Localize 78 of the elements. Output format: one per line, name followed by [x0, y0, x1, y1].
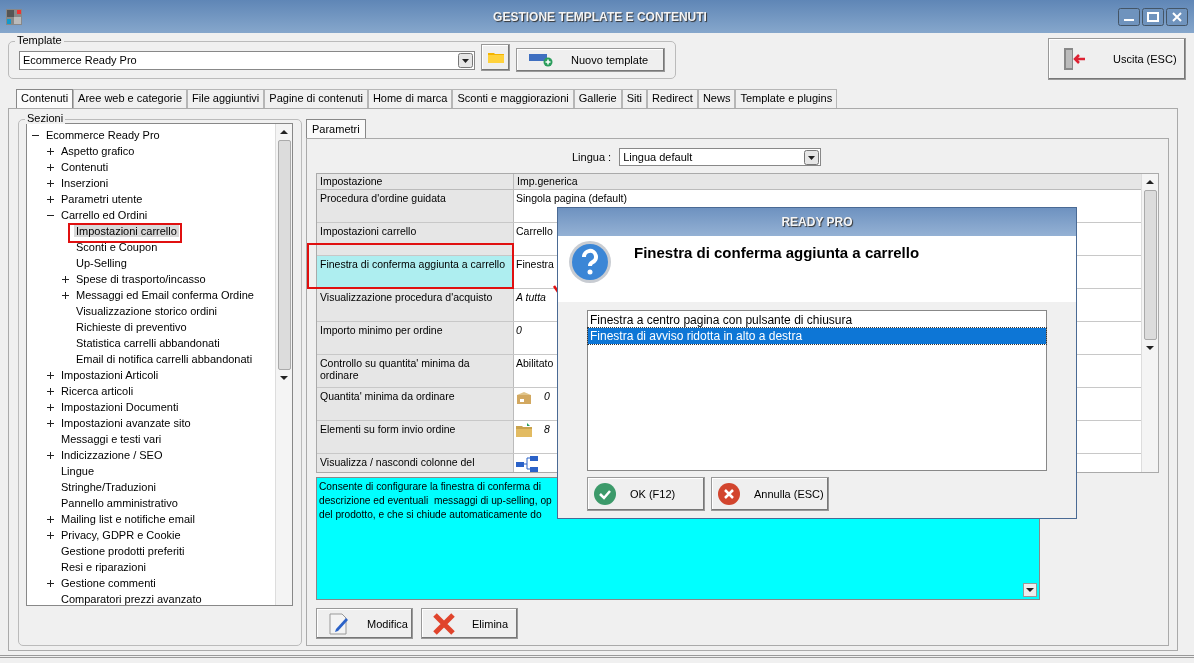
tree-item[interactable]: Impostazioni carrello — [74, 225, 179, 237]
tree-item[interactable]: Statistica carrelli abbandonati — [74, 337, 222, 349]
tree-item[interactable]: Lingue — [59, 465, 97, 477]
group-label: Sezioni — [25, 112, 66, 124]
tab[interactable]: Sconti e maggiorazioni — [452, 89, 574, 108]
tab[interactable]: News — [697, 89, 736, 108]
tree-item[interactable]: Ecommerce Ready Pro — [44, 129, 162, 141]
tree-item[interactable]: Email di notifica carrelli abbandonati — [74, 353, 255, 365]
tree-item[interactable]: Contenuti — [59, 161, 111, 173]
tab[interactable]: Contenuti — [16, 89, 74, 108]
table-cell: Carrello — [516, 225, 553, 237]
tree-item[interactable]: Resi e riparazioni — [59, 561, 148, 573]
group-label: Template — [15, 34, 64, 46]
tree-item[interactable]: Visualizzazione storico ordini — [74, 305, 220, 317]
tab[interactable]: Siti — [621, 89, 647, 108]
ok-button[interactable]: OK (F12) — [587, 477, 705, 511]
tab[interactable]: File aggiuntivi — [187, 89, 265, 108]
table-cell: A tutta — [516, 291, 546, 303]
tree-item[interactable]: Aspetto grafico — [59, 145, 137, 157]
description-text: Consente di configurare la finestra di conferma di descrizione ed eventuali messaggi di up-selling, op del prodotto, e che si chiude automaticamente do — [318, 480, 553, 522]
table-cell: 0 — [544, 390, 550, 402]
tree-item[interactable]: Comparatori prezzi avanzato — [59, 593, 204, 605]
tree-item[interactable]: Sconti e Coupon — [74, 241, 160, 253]
list-item[interactable]: Finestra di avviso ridotta in alto a destra — [588, 328, 1046, 344]
table-cell[interactable]: Controllo su quantita' minima da ordinare — [317, 355, 514, 387]
tab[interactable]: Home di marca — [367, 89, 453, 108]
new-template-button[interactable]: Nuovo template — [516, 48, 665, 72]
list-item[interactable]: Finestra a centro pagina con pulsante di chiusura — [588, 312, 1046, 328]
table-cell: Singola pagina (default) — [516, 192, 627, 204]
tree-item[interactable]: Stringhe/Traduzioni — [59, 481, 158, 493]
table-cell[interactable]: Finestra di conferma aggiunta a carrello — [317, 256, 514, 288]
tree-item[interactable]: Spese di trasporto/incasso — [74, 273, 208, 285]
tree-item[interactable]: Inserzioni — [59, 177, 111, 189]
tree-item[interactable]: Carrello ed Ordini — [59, 209, 150, 221]
tree-item[interactable]: Impostazioni avanzate sito — [59, 417, 193, 429]
tab[interactable]: Redirect — [646, 89, 698, 108]
column-header: Impostazione — [317, 174, 514, 189]
table-cell[interactable]: Impostazioni carrello — [317, 223, 514, 255]
tab[interactable]: Parametri — [306, 119, 366, 138]
tab[interactable]: Aree web e categorie — [73, 89, 188, 108]
tree-item[interactable]: Impostazioni Articoli — [59, 369, 161, 381]
tree-item[interactable]: Indicizzazione / SEO — [59, 449, 165, 461]
cancel-button[interactable]: Annulla (ESC) — [711, 477, 829, 511]
delete-button[interactable]: Elimina — [421, 608, 518, 639]
tree-item[interactable]: Mailing list e notifiche email — [59, 513, 197, 525]
tree-item[interactable]: Parametri utente — [59, 193, 145, 205]
tab[interactable]: Template e plugins — [735, 89, 838, 108]
table-cell[interactable]: Elementi su form invio ordine — [317, 421, 514, 453]
table-cell[interactable]: Visualizzazione procedura d'acquisto — [317, 289, 514, 321]
tree-item[interactable]: Richieste di preventivo — [74, 321, 189, 333]
table-cell[interactable]: Visualizza / nascondi colonne del — [317, 454, 514, 472]
edit-button[interactable]: Modifica — [316, 608, 413, 639]
table-cell[interactable]: Importo minimo per ordine — [317, 322, 514, 354]
tab[interactable]: Pagine di contenuti — [264, 89, 368, 108]
tab[interactable]: Gallerie — [573, 89, 622, 108]
table-cell[interactable]: Procedura d'ordine guidata — [317, 190, 514, 222]
tree-item[interactable]: Messaggi e testi vari — [59, 433, 164, 445]
tree-item[interactable]: Privacy, GDPR e Cookie — [59, 529, 183, 541]
table-cell: 0 — [516, 324, 522, 336]
tree-item[interactable]: Up-Selling — [74, 257, 129, 269]
tree-item[interactable]: Impostazioni Documenti — [59, 401, 181, 413]
tree-item[interactable]: Gestione prodotti preferiti — [59, 545, 187, 557]
table-cell: Abilitato — [516, 357, 554, 369]
column-header: Imp.generica — [516, 174, 579, 189]
table-cell: 8 — [544, 423, 550, 435]
language-dropdown[interactable]: Lingua default — [619, 148, 822, 166]
tree-item[interactable]: Pannello amministrativo — [59, 497, 180, 509]
table-cell[interactable]: Quantita' minima da ordinare — [317, 388, 514, 420]
table-cell: Finestra — [516, 258, 554, 270]
tree-item[interactable]: Ricerca articoli — [59, 385, 136, 397]
exit-button[interactable]: Uscita (ESC) — [1048, 38, 1186, 80]
dialog-heading: Finestra di conferma aggiunta a carrello — [634, 244, 920, 261]
dialog-title: READY PRO — [558, 208, 1076, 236]
window-title: GESTIONE TEMPLATE E CONTENUTI — [492, 9, 708, 24]
language-label: Lingua : — [572, 151, 612, 163]
tree-item[interactable]: Gestione commenti — [59, 577, 158, 589]
template-dropdown[interactable]: Ecommerce Ready Pro — [19, 50, 476, 70]
tree-item[interactable]: Messaggi ed Email conferma Ordine — [74, 289, 256, 301]
